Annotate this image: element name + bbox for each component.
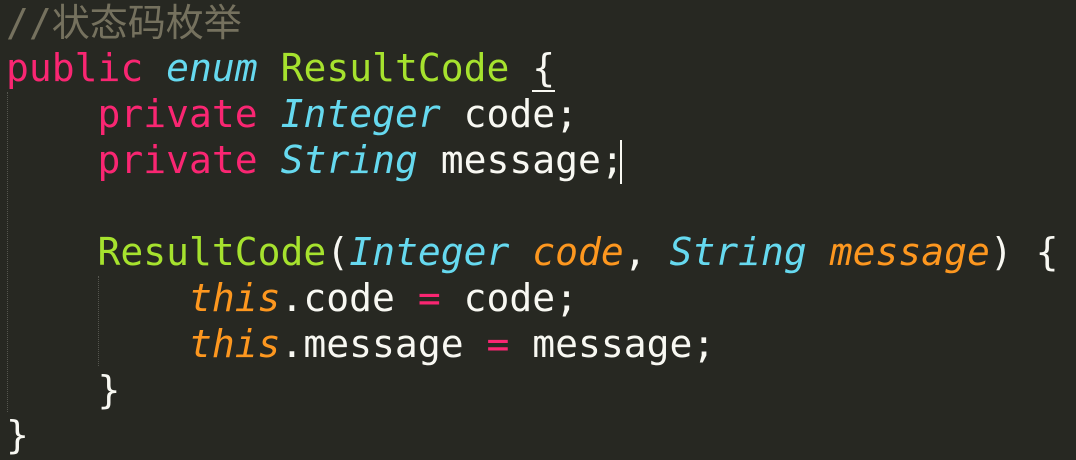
semicolon: ; (692, 322, 716, 366)
constructor-name: ResultCode (97, 230, 327, 274)
comment-text: //状态码枚举 (6, 1, 242, 45)
open-brace: { (1035, 230, 1059, 274)
semicolon: ; (555, 92, 579, 136)
code-line-7: this.code = code; (6, 275, 578, 321)
keyword-enum: enum (166, 46, 258, 90)
field-access: .message (280, 322, 464, 366)
type-name: String (280, 138, 418, 182)
code-line-2: public enum ResultCode { (6, 45, 556, 92)
close-brace: } (97, 368, 121, 412)
assign-operator: = (417, 276, 441, 320)
field-access: .code (280, 276, 395, 320)
close-brace: } (6, 413, 29, 457)
field-name: code (463, 92, 556, 136)
code-editor[interactable]: //状态码枚举 public enum ResultCode { private… (0, 0, 1076, 460)
param-type: Integer (349, 230, 510, 274)
assigned-value: message (532, 322, 693, 366)
keyword-this: this (189, 276, 281, 320)
keyword-private: private (97, 92, 258, 136)
open-paren: ( (326, 230, 350, 274)
code-line-3: private Integer code; (6, 91, 579, 137)
comma: , (623, 230, 647, 274)
code-line-6: ResultCode(Integer code, String message)… (6, 229, 1059, 275)
code-line-10: } (6, 412, 29, 458)
assign-operator: = (486, 322, 510, 366)
keyword-this: this (189, 322, 281, 366)
text-cursor (620, 140, 622, 184)
param-type: String (669, 230, 807, 274)
keyword-public: public (6, 46, 144, 90)
keyword-private: private (97, 138, 258, 182)
code-line-9: } (6, 367, 121, 413)
open-brace-matched: { (532, 46, 556, 92)
param-name: code (532, 230, 624, 274)
assigned-value: code (463, 276, 556, 320)
type-name: Integer (280, 92, 441, 136)
semicolon: ; (555, 276, 579, 320)
param-name: message (829, 230, 990, 274)
code-line-1: //状态码枚举 (6, 0, 242, 46)
close-paren: ) (989, 230, 1013, 274)
enum-name: ResultCode (280, 46, 510, 90)
code-line-4: private String message; (6, 137, 624, 183)
field-name: message (440, 138, 601, 182)
code-line-8: this.message = message; (6, 321, 715, 367)
